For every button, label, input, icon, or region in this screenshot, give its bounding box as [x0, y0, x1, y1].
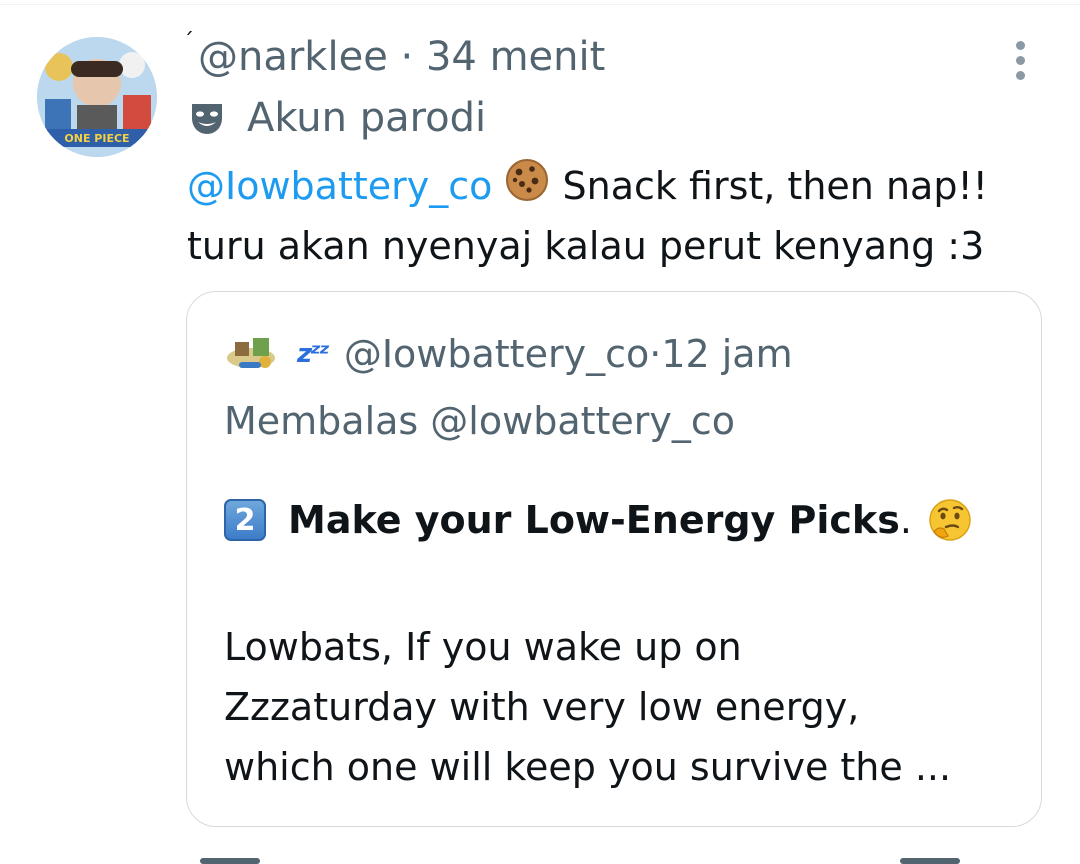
zzz-emoji-icon: zᶻᶻ	[297, 339, 330, 369]
action-bar-peek	[200, 858, 260, 864]
cookie-emoji-icon	[506, 159, 549, 201]
quote-body-line: Lowbats, If you wake up on	[224, 625, 742, 669]
parody-mask-icon	[192, 104, 222, 134]
tweet-text: @Iowbattery_co Snack first, then nap!! t…	[187, 156, 1057, 276]
quote-body-line: Zzzaturday with very low energy,	[224, 685, 860, 729]
name-mark: ˊ	[183, 30, 194, 55]
quote-author-handle[interactable]: @Iowbattery_co	[344, 332, 649, 376]
parody-label-text: Akun parodi	[247, 95, 487, 141]
tweet-line-2: turu akan nyenyaj kalau perut kenyang :3	[187, 224, 985, 268]
thinking-face-emoji-icon	[929, 499, 971, 541]
keycap-2-emoji-icon: 2	[224, 499, 266, 541]
quote-body-line: which one will keep you survive the ...	[224, 745, 952, 789]
profile-avatar-icon[interactable]: ONE PIECE	[37, 37, 157, 157]
action-bar-peek	[900, 858, 960, 864]
replying-to-label: Membalas @lowbattery_co	[224, 399, 736, 443]
more-dot	[1015, 55, 1025, 65]
author-handle[interactable]: @narklee	[198, 34, 388, 80]
top-divider	[0, 4, 1080, 5]
tweet-timestamp[interactable]: 34 menit	[426, 34, 605, 80]
tweet-line-1: @Iowbattery_co Snack first, then nap!!	[187, 156, 1057, 216]
quote-timestamp: 12 jam	[661, 332, 793, 376]
quote-title-tail: .	[899, 498, 912, 542]
mention-link[interactable]: @Iowbattery_co	[187, 164, 492, 208]
quoted-tweet-card[interactable]: zᶻᶻ @Iowbattery_co · 12 jam Membalas @lo…	[186, 291, 1042, 827]
tweet-header: @narklee · 34 menit	[198, 32, 605, 82]
quote-avatar-icon[interactable]	[225, 328, 277, 380]
header-separator: ·	[387, 34, 426, 80]
tweet-text-part: Snack first, then nap!!	[550, 164, 988, 208]
more-dot	[1015, 40, 1025, 50]
svg-text:ONE PIECE: ONE PIECE	[64, 132, 129, 145]
parody-account-label[interactable]: Akun parodi	[187, 95, 486, 141]
more-options-icon[interactable]	[1003, 38, 1037, 82]
quote-title: 2 Make your Low-Energy Picks.	[224, 496, 974, 544]
quote-header-separator: ·	[649, 332, 662, 376]
quote-body: Lowbats, If you wake up on Zzzaturday wi…	[224, 617, 1024, 797]
quote-title-text: Make your Low-Energy Picks	[288, 498, 900, 542]
quote-header: zᶻᶻ @Iowbattery_co · 12 jam	[225, 328, 793, 380]
more-dot	[1015, 70, 1025, 80]
